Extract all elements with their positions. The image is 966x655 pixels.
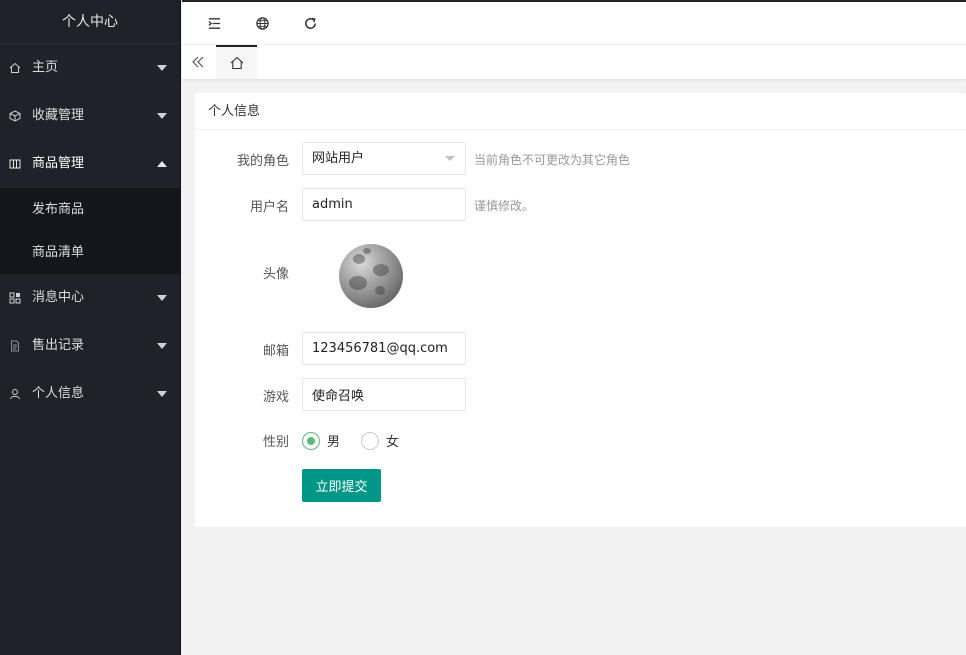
radio-unchecked-icon [361, 431, 379, 450]
submenu-item-product-list[interactable]: 商品清单 [0, 231, 180, 274]
role-select-value: 网站用户 [312, 151, 365, 166]
cube-icon [8, 92, 22, 140]
submenu-item-publish[interactable]: 发布商品 [0, 188, 180, 231]
email-input[interactable] [302, 332, 466, 365]
sidebar-item-label: 消息中心 [32, 290, 85, 305]
profile-card: 个人信息 我的角色 网站用户 当前角色不可更改为其它角色 用户名 谨慎修改。 头… [195, 93, 966, 527]
refresh-icon[interactable] [302, 15, 318, 31]
gender-option-label: 男 [327, 435, 341, 450]
caret-up-icon [157, 161, 167, 167]
email-label: 邮箱 [262, 344, 289, 359]
sidebar-title: 个人中心 [0, 0, 180, 44]
sidebar-item-products[interactable]: 商品管理 [0, 140, 180, 188]
sidebar-item-home[interactable]: 主页 [0, 44, 180, 92]
card-title: 个人信息 [195, 93, 966, 130]
tabs-bar [182, 45, 966, 80]
sidebar: 个人中心 主页 收藏管理 商品管理 发布商品 商品清单 消息中心 售出记录 个人… [0, 0, 181, 655]
gender-radio-female[interactable]: 女 [361, 431, 399, 450]
caret-down-icon [157, 295, 167, 301]
gender-radio-male[interactable]: 男 [302, 431, 340, 450]
caret-down-icon [157, 65, 167, 71]
double-left-icon[interactable] [190, 54, 206, 70]
gender-option-label: 女 [386, 435, 400, 450]
role-label: 我的角色 [236, 154, 289, 169]
username-label: 用户名 [249, 200, 289, 215]
username-input[interactable] [302, 188, 466, 221]
username-hint: 谨慎修改。 [474, 199, 535, 213]
sidebar-item-favorites[interactable]: 收藏管理 [0, 92, 180, 140]
sidebar-item-label: 商品管理 [32, 156, 85, 171]
caret-down-icon [157, 343, 167, 349]
top-toolbar [182, 0, 966, 45]
game-label: 游戏 [262, 390, 289, 405]
sidebar-item-label: 个人信息 [32, 386, 85, 401]
sidebar-item-profile[interactable]: 个人信息 [0, 370, 180, 418]
gender-label: 性别 [262, 435, 289, 450]
home-icon [230, 56, 243, 70]
moon-crater [375, 286, 385, 295]
sidebar-item-messages[interactable]: 消息中心 [0, 274, 180, 322]
menu-shrink-icon[interactable] [206, 15, 222, 31]
game-input[interactable] [302, 378, 466, 411]
columns-icon [8, 140, 22, 188]
caret-down-icon [157, 391, 167, 397]
home-icon [8, 44, 22, 92]
moon-crater [349, 276, 367, 290]
radio-checked-icon [302, 431, 320, 450]
moon-crater [363, 248, 371, 254]
role-select[interactable]: 网站用户 [302, 142, 466, 175]
file-icon [8, 322, 22, 370]
user-icon [8, 370, 22, 418]
moon-crater [353, 254, 365, 264]
avatar[interactable] [339, 244, 403, 308]
products-submenu: 发布商品 商品清单 [0, 188, 180, 274]
sidebar-item-label: 售出记录 [32, 338, 85, 353]
chevron-down-icon [445, 156, 455, 161]
sidebar-item-label: 主页 [32, 60, 59, 75]
apps-icon [8, 274, 22, 322]
tab-home[interactable] [216, 45, 257, 79]
role-hint: 当前角色不可更改为其它角色 [474, 153, 631, 167]
globe-icon[interactable] [254, 15, 270, 31]
moon-crater [373, 264, 389, 276]
submit-button[interactable]: 立即提交 [302, 469, 381, 502]
avatar-label: 头像 [262, 267, 289, 282]
caret-down-icon [157, 113, 167, 119]
sidebar-item-label: 收藏管理 [32, 108, 85, 123]
sidebar-item-sales[interactable]: 售出记录 [0, 322, 180, 370]
